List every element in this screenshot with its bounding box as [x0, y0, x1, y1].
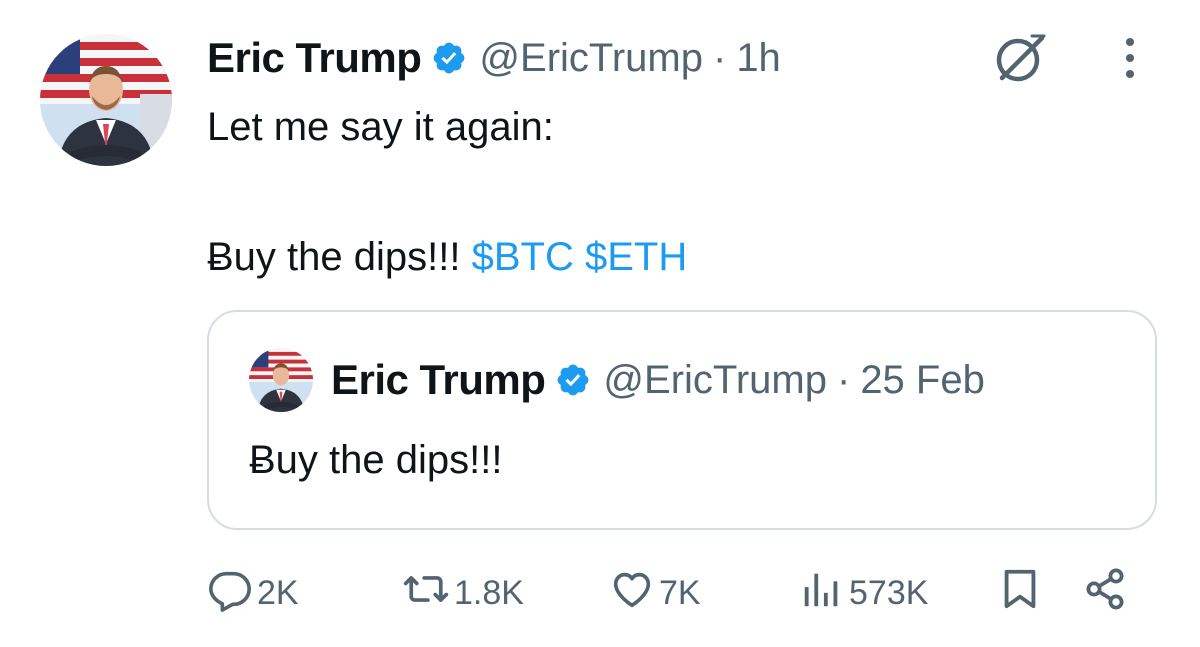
quoted-text: Ƀuy the dips!!! — [249, 438, 503, 482]
reply-button[interactable]: 2K — [207, 567, 299, 619]
like-button[interactable]: 7K — [609, 567, 701, 619]
quoted-date: 25 Feb — [860, 357, 985, 402]
bookmark-icon — [997, 566, 1047, 621]
cashtag-btc[interactable]: $BTC — [472, 235, 574, 279]
share-button[interactable] — [1082, 567, 1134, 619]
like-count: 7K — [659, 573, 701, 612]
bookmark-button[interactable] — [997, 567, 1047, 619]
quoted-author-name: Eric Trump — [331, 356, 546, 403]
tweet-text-line2: Ƀuy the dips!!! $BTC $ETH — [207, 232, 687, 282]
header-actions — [990, 28, 1138, 88]
verified-badge-icon — [555, 362, 591, 398]
author-name[interactable]: Eric Trump — [207, 34, 422, 82]
header-separator: · — [712, 35, 727, 80]
reply-icon — [207, 566, 257, 621]
tweet-text-plain: Ƀuy the dips!!! — [207, 235, 472, 279]
cashtag-eth[interactable]: $ETH — [585, 235, 687, 279]
tweet-time[interactable]: 1h — [736, 36, 781, 81]
grok-icon[interactable] — [990, 28, 1050, 88]
repost-icon — [402, 566, 454, 621]
views-count: 573K — [849, 573, 929, 612]
repost-button[interactable]: 1.8K — [402, 567, 524, 619]
quoted-tweet[interactable]: Eric Trump @EricTrump · 25 Feb Ƀuy the d… — [207, 310, 1157, 530]
tweet-text-line1: Let me say it again: — [207, 105, 554, 149]
repost-count: 1.8K — [454, 573, 524, 612]
action-bar: 2K 1.8K 7K 573K — [207, 567, 1140, 619]
quoted-avatar[interactable] — [249, 348, 313, 412]
views-icon — [799, 566, 849, 621]
quoted-handle: @EricTrump — [603, 357, 827, 402]
more-icon[interactable] — [1122, 36, 1138, 80]
avatar[interactable] — [40, 34, 172, 166]
quoted-separator: · — [836, 357, 851, 402]
like-icon — [609, 566, 659, 621]
share-icon — [1082, 565, 1134, 622]
reply-count: 2K — [257, 573, 299, 612]
author-handle[interactable]: @EricTrump — [479, 36, 703, 81]
verified-badge-icon[interactable] — [431, 40, 467, 76]
views-button[interactable]: 573K — [799, 567, 928, 619]
quoted-header: Eric Trump @EricTrump · 25 Feb — [249, 345, 985, 415]
tweet-header: Eric Trump @EricTrump · 1h — [207, 28, 781, 88]
